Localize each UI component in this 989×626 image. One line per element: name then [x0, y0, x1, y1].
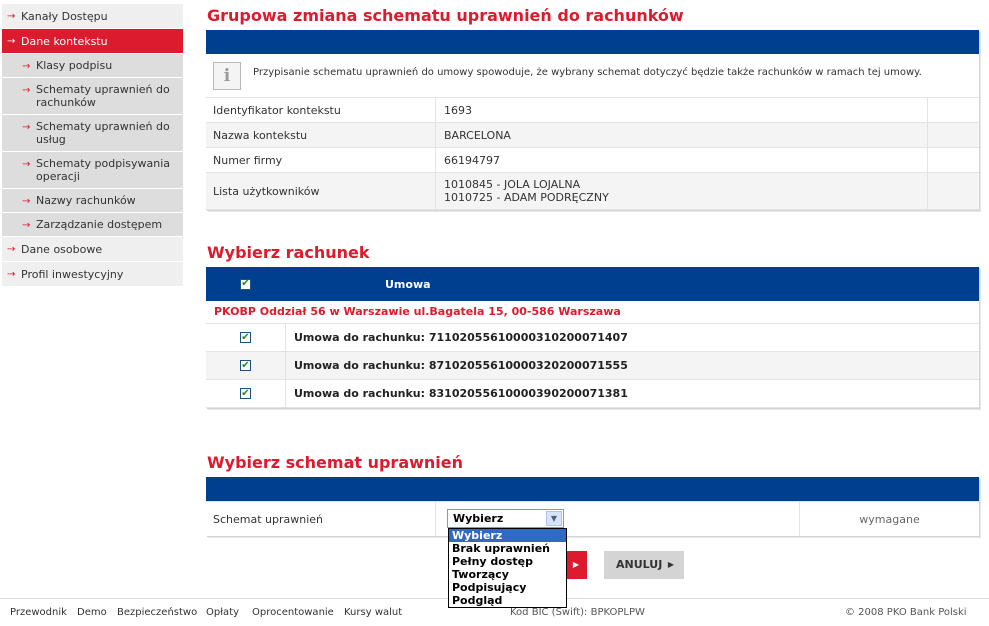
schema-dropdown-list: Wybierz Brak uprawnień Pełny dostęp Twor… — [448, 528, 567, 608]
account-checkbox[interactable] — [240, 332, 251, 343]
sidebar-item-label: Schematy podpisywania operacji — [36, 157, 171, 183]
sidebar-item-label: Schematy uprawnień do rachunków — [36, 83, 170, 109]
schema-section-title: Wybierz schemat uprawnień — [207, 453, 464, 472]
footer-link-przewodnik[interactable]: Przewodnik — [10, 607, 67, 618]
detail-value: 1693 — [436, 98, 928, 122]
footer-link-demo[interactable]: Demo — [77, 607, 107, 618]
schema-panel: Schemat uprawnień Wybierz ▼ wymagane — [206, 477, 979, 536]
schema-row: Schemat uprawnień Wybierz ▼ wymagane — [206, 501, 979, 536]
arrow-right-icon: → — [22, 85, 31, 96]
schema-select-value: Wybierz — [453, 512, 504, 525]
arrow-right-icon: → — [7, 244, 16, 255]
column-header-umowa: Umowa — [385, 277, 431, 291]
dropdown-option-pelny-dostep[interactable]: Pełny dostęp — [449, 555, 566, 568]
chevron-down-icon[interactable]: ▼ — [546, 511, 562, 526]
panel-header-bar — [206, 477, 979, 501]
arrow-right-icon: → — [22, 61, 31, 72]
detail-value: BARCELONA — [436, 123, 928, 147]
detail-value: 1010845 - JOLA LOJALNA 1010725 - ADAM PO… — [436, 173, 928, 209]
dropdown-option-tworzacy[interactable]: Tworzący — [449, 568, 566, 581]
sidebar-item-dane-osobowe[interactable]: → Dane osobowe — [2, 237, 183, 262]
arrow-right-icon: → — [22, 122, 31, 133]
detail-label: Nazwa kontekstu — [206, 123, 436, 147]
account-label: Umowa do rachunku: 871020556100003202000… — [294, 359, 628, 372]
sidebar-item-label: Nazwy rachunków — [36, 194, 136, 207]
detail-row-context-id: Identyfikator kontekstu 1693 — [206, 98, 979, 123]
accounts-table-header: Umowa — [206, 267, 979, 301]
user-entry: 1010725 - ADAM PODRĘCZNY — [444, 191, 609, 204]
dropdown-option-brak-uprawnien[interactable]: Brak uprawnień — [449, 542, 566, 555]
info-icon: i — [213, 62, 241, 90]
sidebar-item-nazwy-rachunkow[interactable]: → Nazwy rachunków — [2, 189, 183, 213]
sidebar-item-label: Kanały Dostępu — [21, 10, 108, 23]
detail-value: 66194797 — [436, 148, 928, 172]
sidebar-item-zarzadzanie-dostepem[interactable]: → Zarządzanie dostępem — [2, 213, 183, 237]
accounts-table: Umowa PKOBP Oddział 56 w Warszawie ul.Ba… — [206, 267, 979, 408]
account-label: Umowa do rachunku: 711020556100003102000… — [294, 331, 628, 344]
play-arrow-icon: ▶ — [572, 560, 580, 569]
detail-label: Identyfikator kontekstu — [206, 98, 436, 122]
footer-link-oprocentowanie[interactable]: Oprocentowanie — [252, 607, 334, 618]
info-message: i Przypisanie schematu uprawnień do umow… — [206, 54, 979, 98]
play-arrow-icon: ▶ — [667, 560, 674, 569]
sidebar-item-kanaly-dostepu[interactable]: → Kanały Dostępu — [2, 4, 183, 29]
table-row: Umowa do rachunku: 711020556100003102000… — [206, 324, 979, 352]
sidebar-item-label: Klasy podpisu — [36, 59, 113, 72]
table-row: Umowa do rachunku: 831020556100003902000… — [206, 380, 979, 408]
arrow-right-icon: → — [7, 11, 16, 22]
detail-row-company-number: Numer firmy 66194797 — [206, 148, 979, 173]
branch-name: PKOBP Oddział 56 w Warszawie ul.Bagatela… — [206, 301, 979, 324]
bic-code: Kod BIC (Swift): BPKOPLPW — [510, 607, 645, 618]
dropdown-option-podpisujacy[interactable]: Podpisujący — [449, 581, 566, 594]
account-checkbox[interactable] — [240, 388, 251, 399]
dropdown-option-podglad[interactable]: Podgląd — [449, 594, 566, 607]
arrow-right-icon: → — [22, 220, 31, 231]
detail-label: Lista użytkowników — [206, 173, 436, 209]
sidebar-item-klasy-podpisu[interactable]: → Klasy podpisu — [2, 54, 183, 78]
submit-button[interactable]: ▶ — [565, 551, 587, 579]
footer-link-kursy-walut[interactable]: Kursy walut — [344, 607, 402, 618]
sidebar-item-schematy-rachunkow[interactable]: → Schematy uprawnień do rachunków — [2, 78, 183, 115]
footer-link-oplaty[interactable]: Opłaty — [206, 607, 239, 618]
cancel-button[interactable]: ANULUJ ▶ — [604, 551, 684, 579]
detail-row-user-list: Lista użytkowników 1010845 - JOLA LOJALN… — [206, 173, 979, 210]
arrow-right-icon: → — [22, 196, 31, 207]
context-details-panel: i Przypisanie schematu uprawnień do umow… — [206, 30, 979, 210]
dropdown-option-wybierz[interactable]: Wybierz — [449, 529, 566, 542]
sidebar-item-dane-kontekstu[interactable]: → Dane kontekstu — [2, 29, 183, 54]
arrow-right-icon: → — [22, 159, 31, 170]
panel-header-bar — [206, 30, 979, 54]
schema-field-label: Schemat uprawnień — [206, 502, 436, 536]
sidebar-item-label: Dane osobowe — [21, 243, 103, 256]
arrow-right-icon: → — [7, 36, 16, 47]
detail-label: Numer firmy — [206, 148, 436, 172]
detail-row-context-name: Nazwa kontekstu BARCELONA — [206, 123, 979, 148]
copyright: © 2008 PKO Bank Polski — [845, 607, 967, 618]
user-entry: 1010845 - JOLA LOJALNA — [444, 178, 581, 191]
info-text: Przypisanie schematu uprawnień do umowy … — [253, 67, 922, 78]
cancel-button-label: ANULUJ — [616, 558, 663, 571]
sidebar-item-schematy-podpisywania[interactable]: → Schematy podpisywania operacji — [2, 152, 183, 189]
required-label: wymagane — [859, 512, 920, 526]
sidebar-item-schematy-uslug[interactable]: → Schematy uprawnień do usług — [2, 115, 183, 152]
account-checkbox[interactable] — [240, 360, 251, 371]
sidebar-item-profil-inwestycyjny[interactable]: → Profil inwestycyjny — [2, 262, 183, 287]
sidebar-nav: → Kanały Dostępu → Dane kontekstu → Klas… — [2, 4, 183, 287]
arrow-right-icon: → — [7, 269, 16, 280]
account-label: Umowa do rachunku: 831020556100003902000… — [294, 387, 628, 400]
accounts-section-title: Wybierz rachunek — [207, 243, 370, 262]
sidebar-item-label: Zarządzanie dostępem — [36, 218, 163, 231]
page-title: Grupowa zmiana schematu uprawnień do rac… — [207, 6, 684, 25]
sidebar-item-label: Schematy uprawnień do usług — [36, 120, 170, 146]
sidebar-item-label: Profil inwestycyjny — [21, 268, 124, 281]
schema-select[interactable]: Wybierz ▼ — [447, 509, 564, 528]
sidebar-item-label: Dane kontekstu — [21, 35, 108, 48]
table-row: Umowa do rachunku: 871020556100003202000… — [206, 352, 979, 380]
select-all-checkbox[interactable] — [240, 278, 251, 290]
footer-link-bezpieczenstwo[interactable]: Bezpieczeństwo — [117, 607, 197, 618]
